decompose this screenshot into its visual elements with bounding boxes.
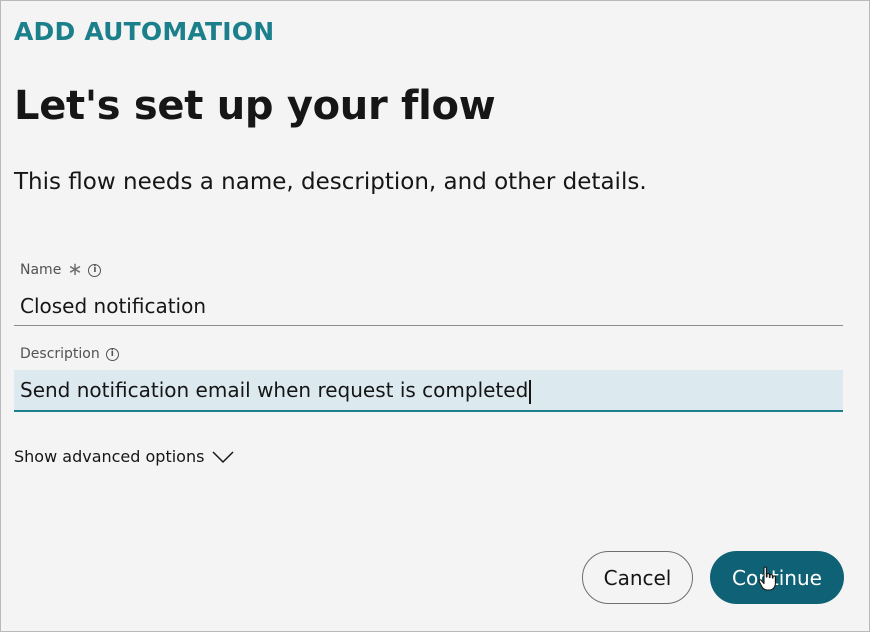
description-label: Description — [20, 346, 100, 362]
page-subtitle: This flow needs a name, description, and… — [14, 169, 647, 195]
name-label-row: Name ∗ i — [20, 259, 102, 280]
description-input[interactable]: Send notification email when request is … — [14, 370, 843, 412]
advanced-options-label: Show advanced options — [14, 447, 205, 466]
name-label: Name — [20, 262, 62, 278]
show-advanced-options-toggle[interactable]: Show advanced options — [14, 447, 234, 466]
info-icon[interactable]: i — [105, 347, 119, 361]
description-label-row: Description i — [20, 346, 119, 362]
cancel-button-label: Cancel — [603, 565, 672, 590]
name-input[interactable]: Closed notification — [14, 286, 843, 326]
text-caret — [529, 379, 532, 404]
chevron-down-icon — [212, 450, 234, 463]
name-field: Name ∗ i Closed notification — [14, 259, 843, 329]
add-automation-dialog: ADD AUTOMATION Let's set up your flow Th… — [0, 0, 870, 632]
cancel-button[interactable]: Cancel — [582, 551, 693, 604]
info-icon[interactable]: i — [88, 263, 102, 277]
description-input-value: Send notification email when request is … — [20, 378, 529, 402]
page-title: Let's set up your flow — [14, 83, 496, 129]
hand-cursor-icon — [758, 566, 776, 591]
description-field: Description i Send notification email wh… — [14, 343, 843, 413]
asterisk-icon: ∗ — [67, 259, 83, 280]
name-input-value: Closed notification — [20, 294, 207, 318]
dialog-eyebrow: ADD AUTOMATION — [14, 17, 275, 46]
